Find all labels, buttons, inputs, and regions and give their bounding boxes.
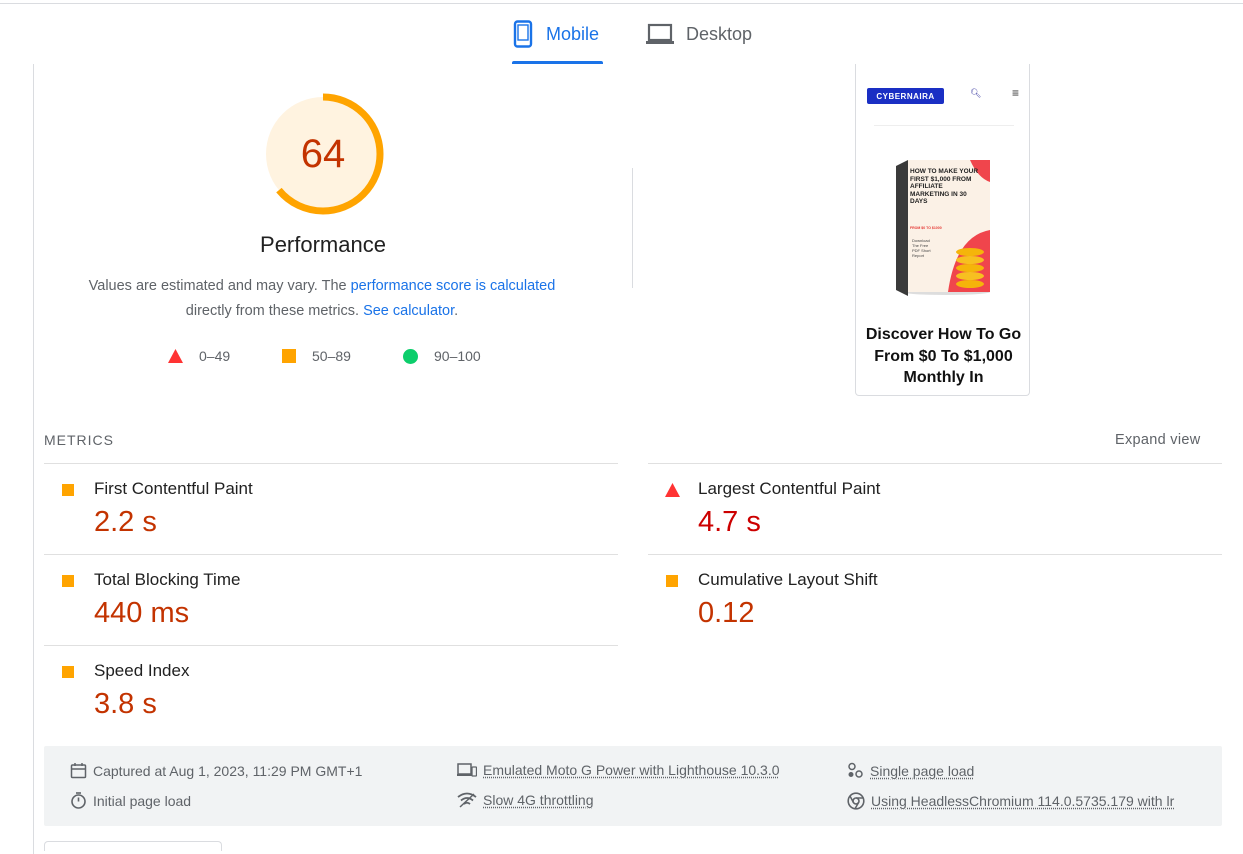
laptop-icon xyxy=(646,23,674,44)
expand-view-button[interactable]: Expand view xyxy=(1115,432,1201,448)
metric-name: Largest Contentful Paint xyxy=(698,479,881,498)
captured-at: Captured at Aug 1, 2023, 11:29 PM GMT+1 xyxy=(70,762,362,779)
next-section-edge xyxy=(44,841,222,851)
legend-pass: 90–100 xyxy=(403,346,481,366)
legend-pass-label: 90–100 xyxy=(434,348,481,364)
legend-fail-label: 0–49 xyxy=(199,348,231,364)
single-page-load[interactable]: Single page load xyxy=(847,762,974,779)
metric-name: First Contentful Paint xyxy=(94,479,253,498)
page-screenshot-thumbnail[interactable]: CYBERNAIRA 🔍︎ ≡ HOW TO MAKE YOUR FIRST $… xyxy=(855,64,1030,396)
search-icon: 🔍︎ xyxy=(970,88,982,98)
thumbnail-separator xyxy=(874,125,1014,126)
book-title: HOW TO MAKE YOUR FIRST $1,000 FROM AFFIL… xyxy=(910,168,979,205)
device-tabs: Mobile Desktop xyxy=(0,4,1243,64)
description-text-3: . xyxy=(454,303,459,319)
tab-desktop-label: Desktop xyxy=(686,23,753,44)
network-throttling-text: Slow 4G throttling xyxy=(483,792,594,808)
tab-mobile-label: Mobile xyxy=(546,23,600,44)
red-triangle-icon xyxy=(665,483,680,497)
book-note: Download The Free PDF Short Report xyxy=(912,238,931,258)
circles-icon xyxy=(848,762,863,778)
metric-name: Speed Index xyxy=(94,661,190,680)
emulated-device-text: Emulated Moto G Power with Lighthouse 10… xyxy=(483,762,780,778)
orange-square-icon xyxy=(62,666,74,678)
network-throttling[interactable]: Slow 4G throttling xyxy=(457,792,594,808)
red-triangle-icon xyxy=(168,349,183,363)
performance-title: Performance xyxy=(260,232,386,257)
metric-speed-index: Speed Index 3.8 s xyxy=(44,645,618,736)
site-logo: CYBERNAIRA xyxy=(867,88,944,104)
green-circle-icon xyxy=(403,348,418,364)
initial-page-load: Initial page load xyxy=(70,792,191,809)
legend-fail: 0–49 xyxy=(168,346,230,366)
metric-value: 440 ms xyxy=(94,597,190,629)
metric-first-contentful-paint: First Contentful Paint 2.2 s xyxy=(44,463,618,554)
metric-largest-contentful-paint: Largest Contentful Paint 4.7 s xyxy=(648,463,1222,554)
metric-name: Total Blocking Time xyxy=(94,570,241,589)
hamburger-menu-icon: ≡ xyxy=(1012,86,1020,100)
captured-at-text: Captured at Aug 1, 2023, 11:29 PM GMT+1 xyxy=(93,762,363,779)
stopwatch-icon xyxy=(71,792,86,809)
performance-score: 64 xyxy=(300,131,346,176)
score-description: Values are estimated and may vary. The p… xyxy=(62,274,582,324)
single-page-load-text: Single page load xyxy=(870,762,975,779)
metrics-section-label: METRICS xyxy=(44,432,114,448)
calendar-icon xyxy=(70,763,87,779)
book-subtitle: FROM $0 TO $1000 xyxy=(910,226,942,230)
orange-square-icon xyxy=(282,349,296,363)
run-info-footer: Captured at Aug 1, 2023, 11:29 PM GMT+1 … xyxy=(44,746,1222,826)
metric-total-blocking-time: Total Blocking Time 440 ms xyxy=(44,554,618,645)
metric-value: 3.8 s xyxy=(94,688,157,720)
description-text-1: Values are estimated and may vary. The xyxy=(88,278,351,294)
orange-square-icon xyxy=(62,575,74,587)
vertical-divider xyxy=(632,168,633,288)
thumbnail-headline: Discover How To Go From $0 To $1,000 Mon… xyxy=(865,326,1022,386)
chrome-icon xyxy=(847,792,865,810)
emulated-device[interactable]: Emulated Moto G Power with Lighthouse 10… xyxy=(457,762,780,778)
score-calculated-link[interactable]: performance score is calculated xyxy=(351,278,556,294)
devices-icon xyxy=(457,763,477,777)
description-text-2: directly from these metrics. xyxy=(185,303,364,319)
smartphone-icon xyxy=(513,20,533,48)
legend-average: 50–89 xyxy=(282,346,351,366)
browser-info-text: Using HeadlessChromium 114.0.5735.179 wi… xyxy=(871,793,1175,809)
metric-value: 0.12 xyxy=(698,597,755,629)
legend-average-label: 50–89 xyxy=(312,348,351,364)
tab-mobile[interactable]: Mobile xyxy=(512,4,603,64)
wifi-icon xyxy=(457,792,477,808)
metric-value: 2.2 s xyxy=(94,506,157,538)
metric-name: Cumulative Layout Shift xyxy=(698,570,878,589)
tab-desktop[interactable]: Desktop xyxy=(646,4,752,64)
see-calculator-link[interactable]: See calculator xyxy=(363,303,454,319)
orange-square-icon xyxy=(666,575,678,587)
metric-value: 4.7 s xyxy=(698,506,761,538)
metric-cumulative-layout-shift: Cumulative Layout Shift 0.12 xyxy=(648,554,1222,645)
orange-square-icon xyxy=(62,484,74,496)
initial-page-load-text: Initial page load xyxy=(93,792,192,809)
browser-info[interactable]: Using HeadlessChromium 114.0.5735.179 wi… xyxy=(847,792,1174,810)
